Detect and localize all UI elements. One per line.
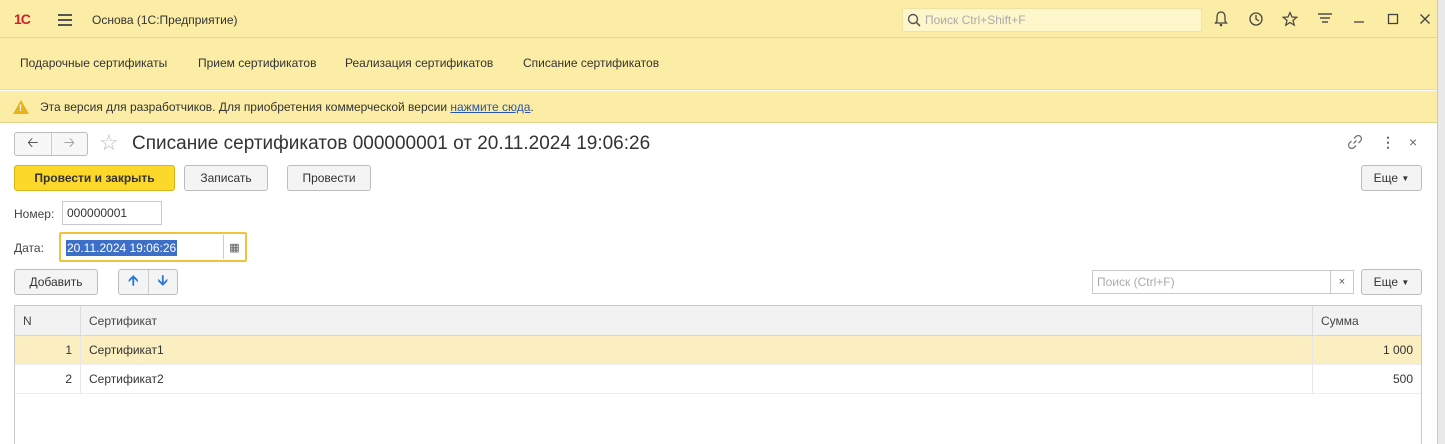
- developer-version-banner: ! Эта версия для разработчиков. Для прио…: [0, 91, 1437, 123]
- number-label: Номер:: [14, 207, 55, 221]
- history-icon[interactable]: [1247, 10, 1265, 28]
- bell-icon[interactable]: [1212, 10, 1230, 28]
- row-sum[interactable]: 1 000: [1313, 336, 1421, 364]
- table-row[interactable]: 1 Сертификат1 1 000: [15, 336, 1421, 365]
- table-search-input[interactable]: Поиск (Ctrl+F): [1092, 270, 1331, 294]
- table-row[interactable]: 2 Сертификат2 500: [15, 365, 1421, 394]
- search-icon: [907, 13, 921, 27]
- maximize-icon[interactable]: [1384, 10, 1402, 28]
- move-down-icon[interactable]: 🡫: [149, 270, 178, 294]
- warning-icon: !: [13, 100, 29, 114]
- banner-text: Эта версия для разработчиков. Для приобр…: [40, 100, 451, 114]
- number-field[interactable]: 000000001: [62, 201, 162, 225]
- filter-icon[interactable]: [1316, 10, 1334, 28]
- move-row-buttons: 🡩 🡫: [118, 269, 178, 295]
- row-certificate[interactable]: Сертификат2: [81, 365, 1313, 393]
- certificates-table: N Сертификат Сумма 1 Сертификат1 1 000 2…: [14, 305, 1422, 444]
- section-writeoff-certificates[interactable]: Списание сертификатов: [523, 56, 659, 70]
- row-number: 1: [15, 336, 81, 364]
- nav-buttons: 🡠 🡢: [14, 132, 88, 156]
- title-bar: 1С Основа (1С:Предприятие) Поиск Ctrl+Sh…: [0, 0, 1437, 38]
- global-search-placeholder: Поиск Ctrl+Shift+F: [925, 13, 1026, 27]
- table-header: N Сертификат Сумма: [15, 306, 1421, 336]
- date-field[interactable]: 20.11.2024 19:06:26 ▦: [59, 232, 247, 262]
- document-form: 🡠 🡢 ☆ Списание сертификатов 000000001 от…: [0, 123, 1437, 444]
- close-window-icon[interactable]: [1416, 10, 1434, 28]
- chevron-down-icon: ▼: [1401, 173, 1410, 183]
- window-title: Основа (1С:Предприятие): [92, 13, 238, 27]
- add-row-button[interactable]: Добавить: [14, 269, 98, 295]
- post-and-close-button[interactable]: Провести и закрыть: [14, 165, 175, 191]
- table-more-button[interactable]: Еще ▼: [1361, 269, 1422, 295]
- minimize-icon[interactable]: [1350, 10, 1368, 28]
- banner-tail: .: [530, 100, 534, 114]
- close-form-icon[interactable]: ×: [1409, 134, 1417, 150]
- page-title: Списание сертификатов 000000001 от 20.11…: [132, 133, 651, 154]
- bookmark-star-icon[interactable]: ☆: [99, 130, 119, 156]
- column-header-sum[interactable]: Сумма: [1313, 306, 1421, 335]
- section-gift-certificates[interactable]: Подарочные сертификаты: [20, 56, 167, 70]
- main-menu-icon[interactable]: [58, 14, 72, 29]
- favorites-star-icon[interactable]: [1281, 10, 1299, 28]
- column-header-n[interactable]: N: [15, 306, 81, 335]
- window-right-edge: [1437, 0, 1445, 444]
- move-up-icon[interactable]: 🡩: [119, 270, 149, 294]
- chevron-down-icon: ▼: [1401, 277, 1410, 287]
- section-receive-certificates[interactable]: Прием сертификатов: [198, 56, 316, 70]
- global-search-input[interactable]: Поиск Ctrl+Shift+F: [902, 8, 1202, 32]
- row-sum[interactable]: 500: [1313, 365, 1421, 393]
- save-button[interactable]: Записать: [184, 165, 268, 191]
- table-more-label: Еще: [1373, 275, 1399, 289]
- forward-arrow-icon[interactable]: 🡢: [52, 133, 88, 155]
- row-number: 2: [15, 365, 81, 393]
- form-more-label: Еще: [1373, 171, 1399, 185]
- back-arrow-icon[interactable]: 🡠: [15, 133, 52, 155]
- column-header-certificate[interactable]: Сертификат: [81, 306, 1313, 335]
- post-button[interactable]: Провести: [287, 165, 371, 191]
- row-certificate[interactable]: Сертификат1: [81, 336, 1313, 364]
- banner-link[interactable]: нажмите сюда: [450, 100, 530, 114]
- form-more-button[interactable]: Еще ▼: [1361, 165, 1422, 191]
- app-logo: 1С: [14, 11, 31, 27]
- calendar-icon[interactable]: ▦: [223, 235, 245, 259]
- more-vertical-icon[interactable]: ⋮: [1381, 134, 1395, 151]
- date-label: Дата:: [14, 241, 44, 255]
- sections-panel: Подарочные сертификаты Прием сертификато…: [0, 38, 1437, 90]
- link-icon[interactable]: [1347, 134, 1363, 153]
- date-value: 20.11.2024 19:06:26: [66, 240, 178, 256]
- section-sell-certificates[interactable]: Реализация сертификатов: [345, 56, 493, 70]
- clear-search-icon[interactable]: ×: [1330, 270, 1354, 294]
